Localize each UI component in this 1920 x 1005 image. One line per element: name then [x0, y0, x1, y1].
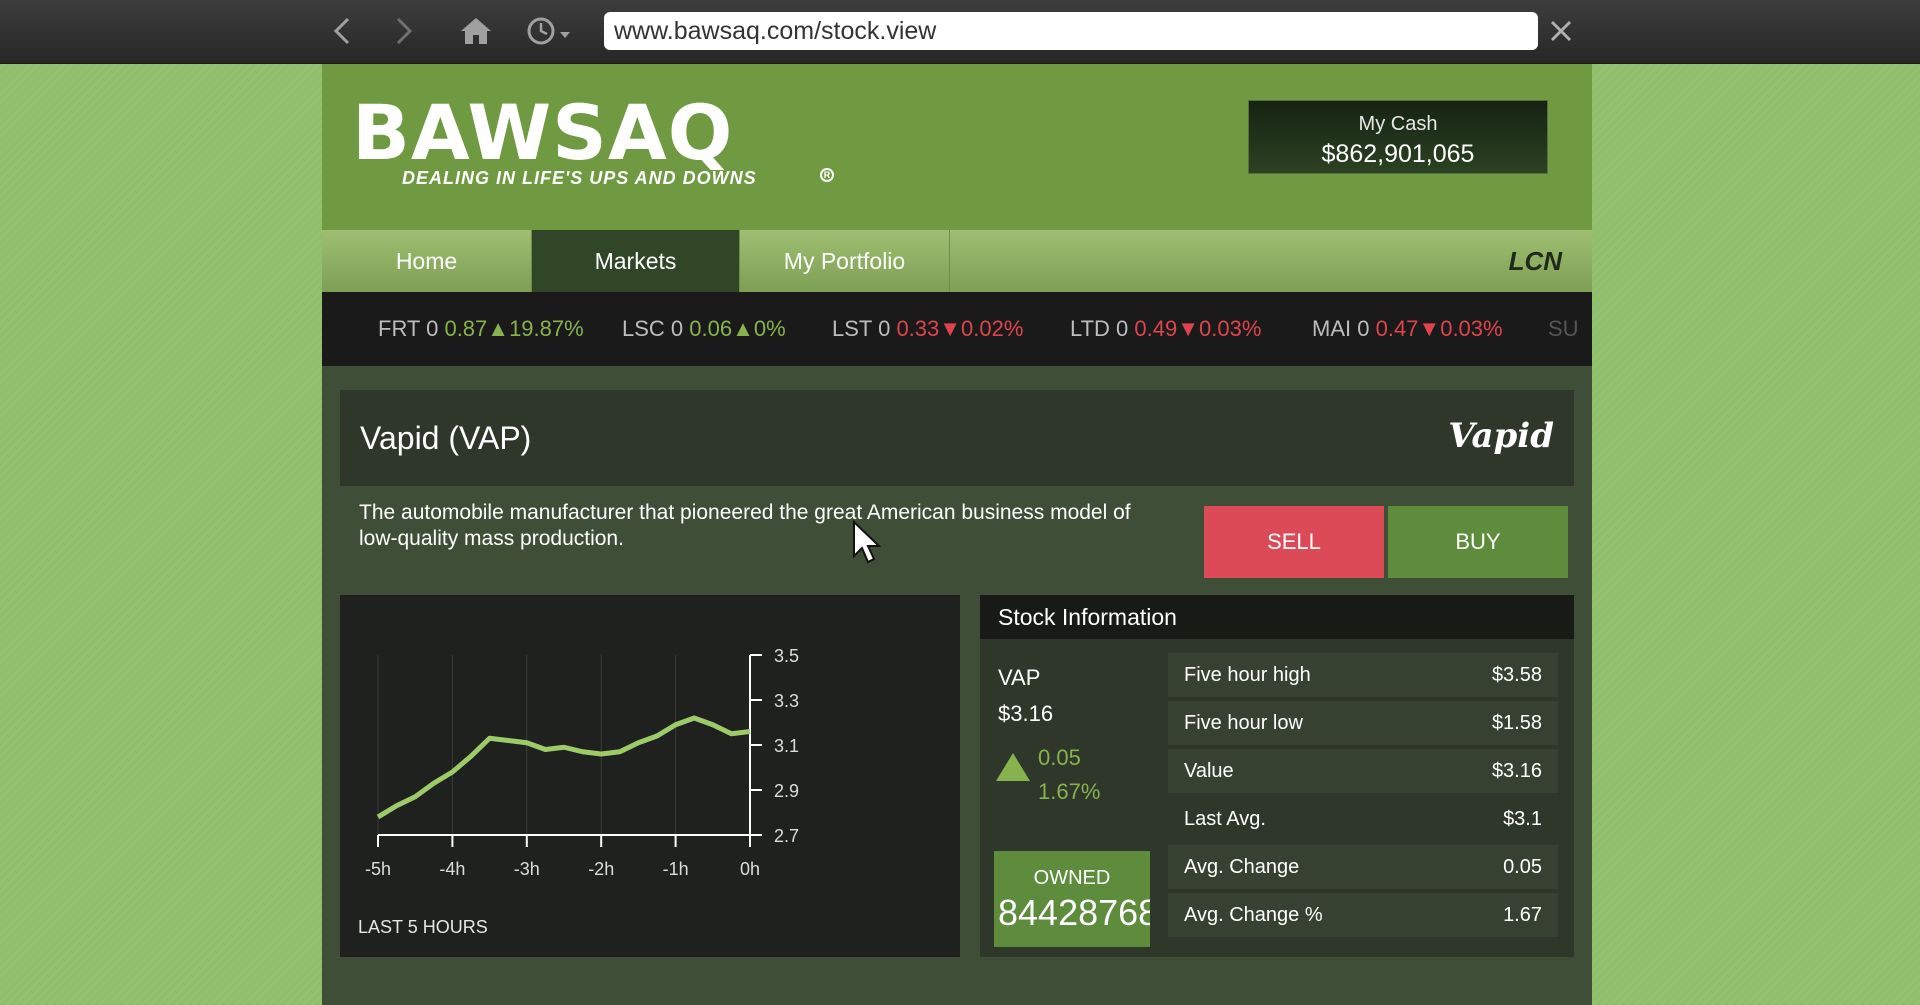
ticker-symbol: FRT 0: [378, 316, 439, 341]
stock-ticker: FRT 0 0.87▲19.87% LSC 0 0.06▲0% LST 0 0.…: [322, 292, 1592, 366]
y-tick-label: 2.9: [774, 781, 799, 801]
price-chart: -5h -4h -3h -2h -1h 0h 3.5 3.3 3.1 2.9 2.7 LAST 5 …: [340, 595, 960, 957]
stat-value: $1.58: [1491, 712, 1542, 734]
ticker-item[interactable]: LST 0 0.33▼0.02%: [832, 292, 1023, 366]
ticker-item[interactable]: MAI 0 0.47▼0.03%: [1312, 292, 1503, 366]
stat-label: Value: [1184, 760, 1234, 782]
cash-label: My Cash: [1358, 113, 1438, 135]
ticker-change: 0.03%: [1199, 316, 1262, 341]
tab-markets[interactable]: Markets: [532, 230, 740, 292]
owned-value: 84428768: [998, 892, 1150, 933]
up-triangle-icon: [996, 753, 1030, 781]
site-header: BAWSAQ R DEALING IN LIFE'S UPS AND DOWNS…: [322, 64, 1592, 230]
x-tick-label: -1h: [663, 859, 689, 879]
bawsaq-logo[interactable]: BAWSAQ: [352, 95, 733, 171]
stat-label: Five hour high: [1184, 664, 1311, 686]
my-cash-box: My Cash $862,901,065: [1248, 100, 1548, 174]
bawsaq-site: BAWSAQ R DEALING IN LIFE'S UPS AND DOWNS…: [322, 64, 1592, 1005]
stock-title-bar: Vapid (VAP) Vapid: [340, 390, 1574, 486]
stat-row: Five hour high $3.58: [1168, 653, 1558, 697]
ticker-symbol: SU: [1548, 316, 1579, 341]
stat-value: $3.1: [1503, 808, 1542, 830]
stat-label: Avg. Change %: [1184, 904, 1323, 926]
info-symbol: VAP: [998, 665, 1041, 690]
up-arrow-icon: ▲: [487, 316, 510, 341]
stat-label: Last Avg.: [1184, 808, 1266, 830]
down-arrow-icon: ▼: [1418, 316, 1441, 341]
down-arrow-icon: ▼: [1177, 316, 1200, 341]
forward-arrow-icon[interactable]: [384, 12, 424, 50]
ticker-item[interactable]: SU: [1548, 292, 1579, 366]
chart-caption: LAST 5 HOURS: [358, 917, 488, 937]
ticker-symbol: LST 0: [832, 316, 891, 341]
ticker-symbol: MAI 0: [1312, 316, 1370, 341]
sell-button[interactable]: SELL: [1204, 506, 1384, 578]
price-series-line: [376, 715, 751, 820]
back-arrow-icon[interactable]: [322, 12, 362, 50]
price-chart-svg: -5h -4h -3h -2h -1h 0h 3.5 3.3 3.1 2.9 2.7: [365, 646, 799, 879]
stat-value: 1.67: [1503, 904, 1542, 926]
ticker-change: 0%: [753, 316, 786, 341]
ticker-price: 0.33: [896, 316, 940, 341]
up-arrow-icon: ▲: [732, 316, 754, 341]
stat-label: Avg. Change: [1184, 856, 1300, 878]
browser-toolbar: www.bawsaq.com/stock.view: [0, 0, 1920, 64]
x-tick-label: -2h: [588, 859, 614, 879]
stock-title: Vapid (VAP): [360, 420, 532, 456]
ticker-item[interactable]: FRT 0 0.87▲19.87%: [378, 292, 584, 366]
ticker-change: 0.02%: [961, 316, 1024, 341]
stock-description: The automobile manufacturer that pioneer…: [359, 501, 1131, 550]
registered-mark-icon: R: [820, 168, 834, 182]
stat-row: Five hour low $1.58: [1168, 701, 1558, 745]
down-arrow-icon: ▼: [939, 316, 962, 341]
y-tick-label: 2.7: [774, 826, 799, 846]
ticker-item[interactable]: LSC 0 0.06▲0%: [622, 292, 786, 366]
ticker-symbol: LSC 0: [622, 316, 684, 341]
info-change: 0.05: [1038, 745, 1081, 770]
vapid-brand-logo: Vapid: [1448, 416, 1554, 456]
y-tick-label: 3.1: [774, 736, 799, 756]
stat-label: Five hour low: [1184, 712, 1303, 734]
stat-value: $3.58: [1491, 664, 1542, 686]
owned-label: OWNED: [1033, 867, 1111, 889]
ticker-change: 0.03%: [1440, 316, 1503, 341]
info-price: $3.16: [998, 701, 1054, 726]
ticker-price: 0.49: [1134, 316, 1178, 341]
mouse-cursor-icon: [853, 520, 882, 564]
home-icon[interactable]: [456, 12, 496, 50]
ticker-item[interactable]: LTD 0 0.49▼0.03%: [1070, 292, 1261, 366]
tab-my-portfolio[interactable]: My Portfolio: [740, 230, 950, 292]
y-tick-label: 3.5: [774, 646, 799, 666]
tab-home[interactable]: Home: [322, 230, 532, 292]
lcn-logo: LCN: [1508, 246, 1562, 276]
ticker-price: 0.47: [1375, 316, 1419, 341]
stock-information-panel: Stock Information VAP $3.16 0.05 1.67% O…: [980, 595, 1574, 957]
info-change-pct: 1.67%: [1038, 779, 1101, 804]
x-tick-label: 0h: [740, 859, 760, 879]
stat-value: $3.16: [1491, 760, 1542, 782]
stat-value: 0.05: [1503, 856, 1542, 878]
stat-row: Avg. Change % 1.67: [1168, 893, 1558, 937]
ticker-symbol: LTD 0: [1070, 316, 1129, 341]
ticker-price: 0.87: [444, 316, 488, 341]
close-icon[interactable]: [1542, 12, 1580, 50]
main-nav: Home Markets My Portfolio LCN: [322, 230, 1592, 292]
stat-row: Value $3.16: [1168, 749, 1558, 793]
y-tick-label: 3.3: [774, 691, 799, 711]
history-clock-icon[interactable]: [524, 12, 578, 50]
url-field[interactable]: www.bawsaq.com/stock.view: [604, 12, 1538, 50]
x-tick-label: -5h: [365, 859, 391, 879]
cash-value: $862,901,065: [1321, 140, 1475, 168]
info-header: Stock Information: [980, 595, 1574, 639]
tagline: DEALING IN LIFE'S UPS AND DOWNS: [402, 168, 757, 188]
owned-box: OWNED 84428768: [994, 851, 1150, 947]
ticker-price: 0.06: [689, 316, 733, 341]
buy-button[interactable]: BUY: [1388, 506, 1568, 578]
x-tick-label: -4h: [439, 859, 465, 879]
stat-row: Last Avg. $3.1: [1168, 797, 1558, 841]
stat-row: Avg. Change 0.05: [1168, 845, 1558, 889]
ticker-change: 19.87%: [509, 316, 584, 341]
x-tick-label: -3h: [514, 859, 540, 879]
